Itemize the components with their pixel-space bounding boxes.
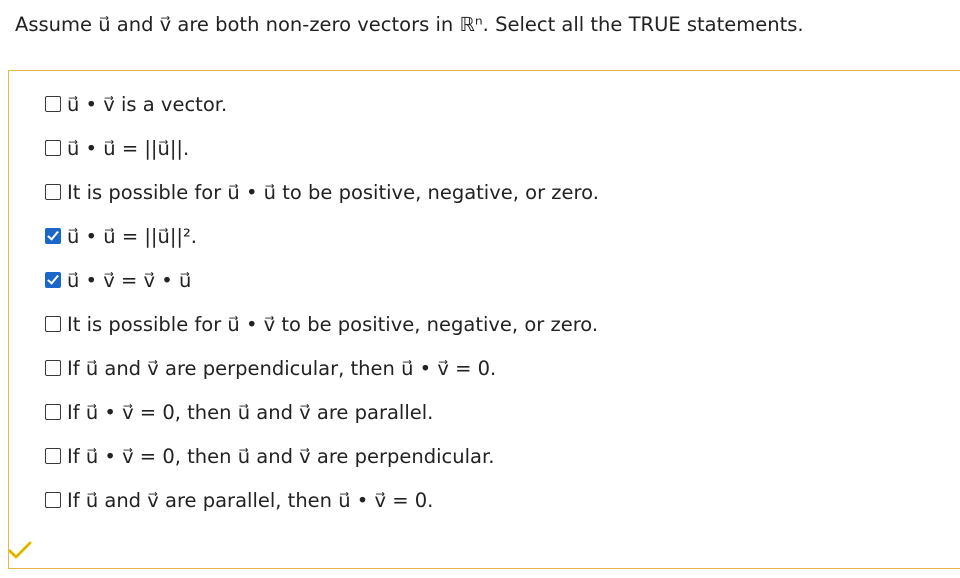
options-list: u⃗ • v⃗ is a vector. u⃗ • u⃗ = ||u⃗||. I… <box>45 82 599 522</box>
checkbox-3[interactable] <box>45 228 61 244</box>
option-9[interactable]: If u⃗ and v⃗ are parallel, then u⃗ • v⃗ … <box>45 478 599 522</box>
option-2[interactable]: It is possible for u⃗ • u⃗ to be positiv… <box>45 170 599 214</box>
checkbox-6[interactable] <box>45 360 61 376</box>
option-0-text: u⃗ • v⃗ is a vector. <box>67 92 228 116</box>
option-3-text: u⃗ • u⃗ = ||u⃗||². <box>67 224 198 248</box>
checkbox-1[interactable] <box>45 140 61 156</box>
checkbox-2[interactable] <box>45 184 61 200</box>
option-6[interactable]: If u⃗ and v⃗ are perpendicular, then u⃗ … <box>45 346 599 390</box>
checkbox-4[interactable] <box>45 272 61 288</box>
option-2-text: It is possible for u⃗ • u⃗ to be positiv… <box>67 180 599 204</box>
check-icon <box>8 541 32 559</box>
option-4-text: u⃗ • v⃗ = v⃗ • u⃗ <box>67 268 192 292</box>
option-8[interactable]: If u⃗ • v⃗ = 0, then u⃗ and v⃗ are perpe… <box>45 434 599 478</box>
option-5[interactable]: It is possible for u⃗ • v⃗ to be positiv… <box>45 302 599 346</box>
question-prompt: Assume u⃗ and v⃗ are both non-zero vecto… <box>15 13 804 36</box>
option-3[interactable]: u⃗ • u⃗ = ||u⃗||². <box>45 214 599 258</box>
option-8-text: If u⃗ • v⃗ = 0, then u⃗ and v⃗ are perpe… <box>67 444 495 468</box>
checkbox-0[interactable] <box>45 96 61 112</box>
checkbox-8[interactable] <box>45 448 61 464</box>
checkbox-9[interactable] <box>45 492 61 508</box>
option-1[interactable]: u⃗ • u⃗ = ||u⃗||. <box>45 126 599 170</box>
checkbox-5[interactable] <box>45 316 61 332</box>
option-7[interactable]: If u⃗ • v⃗ = 0, then u⃗ and v⃗ are paral… <box>45 390 599 434</box>
option-1-text: u⃗ • u⃗ = ||u⃗||. <box>67 136 190 160</box>
checkbox-7[interactable] <box>45 404 61 420</box>
option-7-text: If u⃗ • v⃗ = 0, then u⃗ and v⃗ are paral… <box>67 400 434 424</box>
option-4[interactable]: u⃗ • v⃗ = v⃗ • u⃗ <box>45 258 599 302</box>
option-6-text: If u⃗ and v⃗ are perpendicular, then u⃗ … <box>67 356 497 380</box>
option-5-text: It is possible for u⃗ • v⃗ to be positiv… <box>67 312 599 336</box>
option-0[interactable]: u⃗ • v⃗ is a vector. <box>45 82 599 126</box>
option-9-text: If u⃗ and v⃗ are parallel, then u⃗ • v⃗ … <box>67 488 434 512</box>
